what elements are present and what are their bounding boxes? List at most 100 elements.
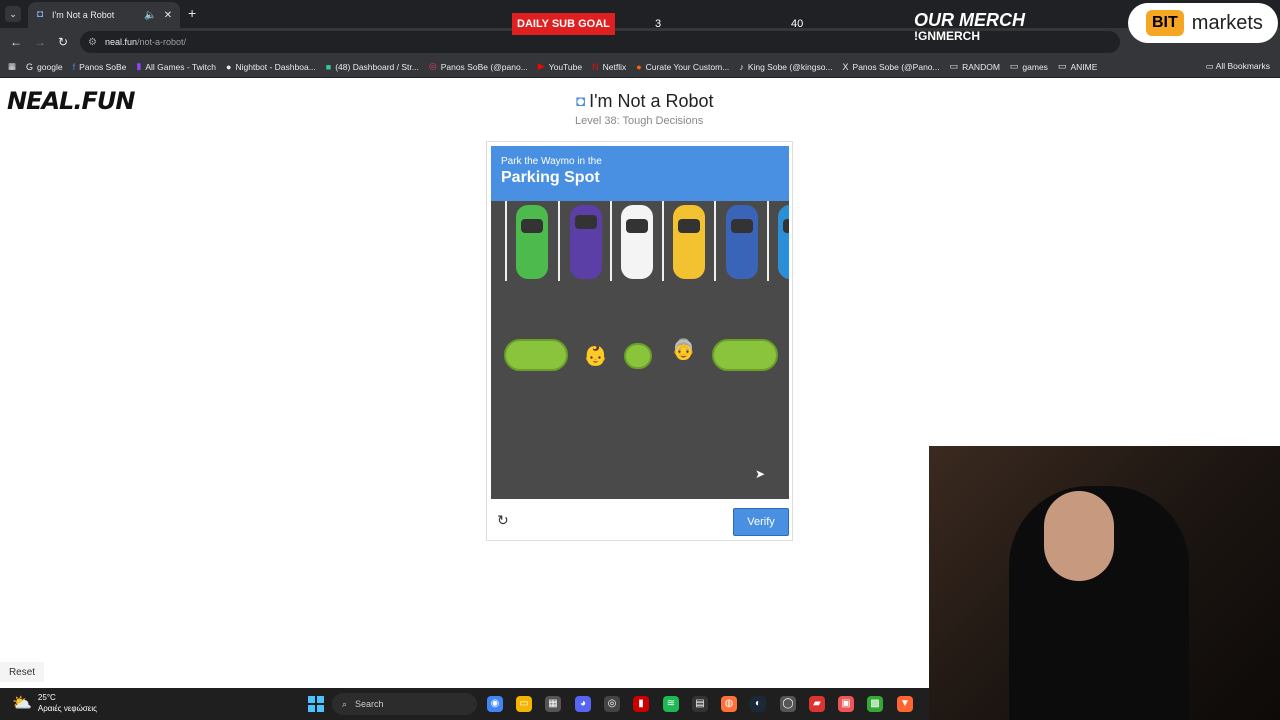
all-bookmarks[interactable]: ▭ All Bookmarks <box>1206 61 1270 72</box>
parking-lot-canvas[interactable]: 👶 👵 ➤ <box>491 201 789 499</box>
windows-start-icon[interactable] <box>308 696 324 712</box>
car-windshield <box>575 215 597 229</box>
sub-goal-bar: DAILY SUB GOAL 3 40 <box>512 12 812 36</box>
youtube-icon: ▶ <box>537 61 545 71</box>
minecraft-icon[interactable]: ▩ <box>867 696 883 712</box>
level-subtitle: Level 38: Tough Decisions <box>575 115 704 127</box>
weather-icon: ⛅ <box>12 695 32 712</box>
parking-line <box>610 201 612 281</box>
red-app-icon[interactable]: ▮ <box>633 696 649 712</box>
car-windshield <box>521 219 543 233</box>
purple-car[interactable] <box>570 205 602 279</box>
bookmark-label: YouTube <box>548 61 583 72</box>
captcha-footer: ↻ Verify <box>491 504 789 538</box>
weather-description: Αραιές νεφώσεις <box>37 704 97 713</box>
discord-icon[interactable]: ◕ <box>575 696 591 712</box>
sub-goal-current: 3 <box>655 18 662 30</box>
start-icon-tile <box>317 696 324 703</box>
steam-icon[interactable]: ◐ <box>750 696 766 712</box>
green-car[interactable] <box>516 205 548 279</box>
bookmark-item[interactable]: ● Curate Your Custom... <box>636 62 729 72</box>
folder-icon: ▭ <box>1009 61 1019 71</box>
bookmark-item[interactable]: N Netflix <box>592 62 626 72</box>
baby-figure[interactable]: 👶 <box>583 343 608 368</box>
verify-button[interactable]: Verify <box>733 508 789 536</box>
streamer-face <box>1044 491 1114 581</box>
bookmarks-bar: ▦ Ggoogle f Panos SoBe ▮ All Games - Twitc… <box>0 56 1280 78</box>
bookmark-label: RANDOM <box>962 61 1000 72</box>
reload-icon[interactable]: ↻ <box>58 35 68 49</box>
tab-title: I'm Not a Robot <box>52 10 115 20</box>
police-car[interactable] <box>726 205 758 279</box>
bookmark-item[interactable]: ▶ YouTube <box>538 61 582 72</box>
weather-widget[interactable]: ⛅ 25°C Αραιές νεφώσεις <box>12 692 97 714</box>
file-explorer-icon[interactable]: ▭ <box>516 696 532 712</box>
bookmark-item[interactable]: Ggoogle <box>26 62 63 72</box>
bookmark-label: Panos SoBe (@pano... <box>440 61 528 72</box>
bookmark-folder[interactable]: ▭ games <box>1010 61 1048 72</box>
merch-overlay: OUR MERCH !GNMERCH <box>914 11 1025 44</box>
app-icon[interactable]: ◯ <box>780 696 796 712</box>
dashboard-icon: ■ <box>325 61 332 72</box>
bookmark-label: google <box>37 61 63 72</box>
bookmark-label: King Sobe (@kingso... <box>747 61 833 72</box>
search-icon: ⌕ <box>342 698 348 709</box>
bookmark-label: Netflix <box>602 61 627 72</box>
captcha-widget: Park the Waymo in the Parking Spot 👶 👵 ➤ <box>486 141 793 541</box>
parking-line <box>714 201 716 281</box>
bookmark-label: Panos SoBe <box>79 61 127 72</box>
refresh-icon[interactable]: ↻ <box>497 512 509 529</box>
captcha-target: Parking Spot <box>501 169 600 186</box>
app-icon[interactable]: ▣ <box>838 696 854 712</box>
mouse-cursor-icon: ➤ <box>755 467 766 481</box>
parking-line <box>662 201 664 281</box>
bookmark-label: Curate Your Custom... <box>645 61 730 72</box>
speaker-icon[interactable]: 🔈 <box>144 10 156 21</box>
app-icon[interactable]: ▰ <box>809 696 825 712</box>
brave-icon[interactable]: ▼ <box>897 696 913 712</box>
bookmark-item[interactable]: ■ (48) Dashboard / Str... <box>326 62 419 72</box>
waymo-car[interactable] <box>621 205 653 279</box>
google-icon: G <box>26 61 34 72</box>
spotify-icon[interactable]: ≋ <box>663 696 679 712</box>
bookmark-item[interactable]: ▮ All Games - Twitch <box>136 61 216 72</box>
bookmark-item[interactable]: ◎ Panos SoBe (@pano... <box>429 61 528 72</box>
bookmark-item[interactable]: ● Nightbot - Dashboa... <box>226 62 316 72</box>
firefox-icon[interactable]: ◍ <box>721 696 737 712</box>
webcam-overlay <box>929 446 1280 720</box>
obs-icon[interactable]: ◎ <box>604 696 620 712</box>
bookmark-folder[interactable]: ▭ RANDOM <box>950 61 1000 72</box>
url-path: /not-a-robot/ <box>137 37 187 47</box>
grandma-figure[interactable]: 👵 <box>671 337 696 362</box>
store-icon[interactable]: ▦ <box>545 696 561 712</box>
apps-icon[interactable]: ▦ <box>8 61 16 72</box>
sub-goal-max: 40 <box>791 18 804 30</box>
curate-icon: ● <box>636 61 642 72</box>
all-bookmarks-label: All Bookmarks <box>1215 61 1270 71</box>
back-icon[interactable]: ← <box>10 35 22 49</box>
sponsor-text: markets <box>1191 11 1263 34</box>
site-logo[interactable]: NEAL.FUN <box>7 87 135 115</box>
reset-button[interactable]: Reset <box>0 662 44 682</box>
app-icon[interactable]: ▤ <box>692 696 708 712</box>
taskbar-search[interactable]: ⌕ Search <box>332 693 477 715</box>
nightbot-icon: ● <box>226 61 232 72</box>
bookmark-item[interactable]: f Panos SoBe <box>73 62 127 72</box>
robot-favicon-icon: ◘ <box>36 9 44 20</box>
folder-icon: ▭ <box>1057 61 1067 71</box>
yellow-taxi[interactable] <box>673 205 705 279</box>
tab-active[interactable]: ◘ I'm Not a Robot 🔈 ✕ <box>28 2 180 28</box>
chrome-icon[interactable]: ◉ <box>487 696 503 712</box>
bookmark-item[interactable]: X Panos Sobe (@Pano... <box>843 62 940 72</box>
site-info-icon[interactable]: ⚙ <box>88 37 97 48</box>
close-icon[interactable]: ✕ <box>162 10 174 21</box>
sub-goal-label: DAILY SUB GOAL <box>512 13 615 35</box>
new-tab-button[interactable]: + <box>188 5 196 21</box>
captcha-header: Park the Waymo in the Parking Spot <box>491 146 789 202</box>
tab-search-icon[interactable]: ⌄ <box>5 6 21 22</box>
forward-icon[interactable]: → <box>34 35 46 49</box>
bookmark-folder[interactable]: ▭ ANIME <box>1058 61 1097 72</box>
parking-line <box>505 201 507 281</box>
bookmark-item[interactable]: ♪ King Sobe (@kingso... <box>739 62 832 72</box>
blue-car[interactable] <box>778 205 789 279</box>
